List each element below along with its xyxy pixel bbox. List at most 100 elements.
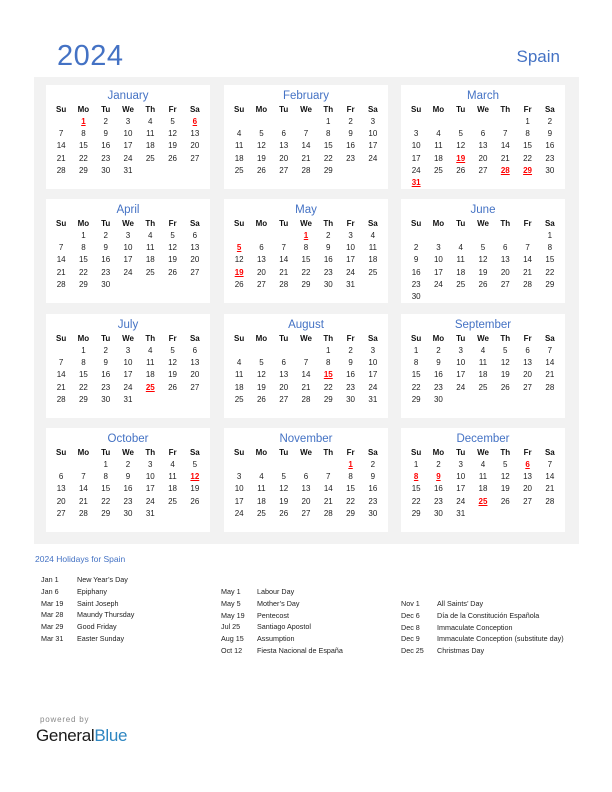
empty-cell <box>295 345 317 357</box>
day-cell: 22 <box>101 496 111 506</box>
day-cell: 14 <box>301 370 311 380</box>
day-cell: 13 <box>500 255 510 265</box>
weekday-header: Tu <box>101 219 111 228</box>
holiday-item: Dec 9 Immaculate Conception (substitute d… <box>401 633 571 645</box>
day-cell: 25 <box>234 394 244 404</box>
calendar-grid: January Su Mo Tu We Th Fr Sa 1 2 3 4 5 6 7 8 9 10 11 12 13 14… <box>34 77 579 544</box>
empty-cell <box>516 230 538 242</box>
month-may: May Su Mo Tu We Th Fr Sa 1 2 3 4 5 6 7 8 9 10 11 12 13 14 15 16… <box>224 199 388 303</box>
weekday-header: Fr <box>168 219 177 228</box>
weekday-header: Sa <box>189 105 200 114</box>
day-cell: 22 <box>78 153 88 163</box>
day-cell: 13 <box>279 370 289 380</box>
day-cell: 29 <box>323 165 333 175</box>
day-cell: 3 <box>125 117 131 126</box>
day-cell: 13 <box>56 484 66 494</box>
month-name: October <box>107 433 149 445</box>
month-july: July Su Mo Tu We Th Fr Sa 1 2 3 4 5 6 7 8 9 10 11 12 13 14 15 1… <box>46 314 210 418</box>
day-cell: 6 <box>480 129 486 139</box>
day-cell: 22 <box>523 153 533 163</box>
holiday-date: May 1 <box>221 587 241 596</box>
day-cell: 24 <box>123 153 133 163</box>
weekday-header: Th <box>323 105 334 114</box>
holiday-name: Immaculate Conception (substitute day) <box>437 634 564 644</box>
day-cell: 21 <box>301 382 311 392</box>
day-cell: 16 <box>123 484 133 494</box>
empty-cell <box>50 459 72 471</box>
day-cell: 24 <box>123 267 133 277</box>
weekday-header: Su <box>234 105 245 114</box>
weekday-header: Fr <box>523 105 532 114</box>
day-cell: 31 <box>145 508 155 518</box>
day-cell: 18 <box>368 255 378 265</box>
day-cell: 24 <box>234 508 244 518</box>
day-cell: 10 <box>433 255 443 265</box>
day-cell: 24 <box>346 267 356 277</box>
country-title: Spain <box>516 47 560 66</box>
day-cell: 21 <box>56 382 66 392</box>
day-cell: 12 <box>234 255 244 265</box>
day-cell: 27 <box>279 394 289 404</box>
holiday-day-cell: 8 <box>413 472 419 482</box>
empty-cell <box>494 116 516 128</box>
weekday-header: Tu <box>456 334 466 343</box>
day-cell: 29 <box>346 508 356 518</box>
holiday-date: Jan 6 <box>41 586 59 596</box>
day-cell: 30 <box>433 394 443 404</box>
day-cell: 17 <box>433 267 443 277</box>
day-cell: 15 <box>101 484 111 494</box>
month-day-grid: Su Mo Tu We Th Fr Sa 1 2 3 4 5 6 7 8 9 10 11 12 13 14 15 16 17 1… <box>224 446 388 520</box>
day-cell: 19 <box>279 496 289 506</box>
day-cell: 21 <box>545 484 555 494</box>
day-cell: 15 <box>545 255 555 265</box>
empty-cell <box>250 459 272 471</box>
day-cell: 22 <box>411 496 421 506</box>
day-cell: 12 <box>168 129 178 139</box>
day-cell: 25 <box>368 267 378 277</box>
day-cell: 29 <box>545 279 555 289</box>
day-cell: 26 <box>168 153 178 163</box>
day-cell: 10 <box>346 243 356 253</box>
day-cell: 3 <box>458 346 463 355</box>
day-cell: 5 <box>259 129 264 139</box>
empty-cell <box>228 459 250 471</box>
day-cell: 2 <box>436 346 441 355</box>
day-cell: 8 <box>348 472 353 482</box>
day-cell: 12 <box>500 358 510 368</box>
day-cell: 13 <box>523 472 533 482</box>
month-name: July <box>117 319 139 331</box>
weekday-header: Sa <box>189 448 200 457</box>
empty-cell <box>317 459 339 471</box>
weekday-header: We <box>122 448 134 457</box>
empty-cell <box>427 230 449 242</box>
day-cell: 30 <box>346 394 356 404</box>
holiday-item: May 19 Pentecost <box>221 610 401 622</box>
day-cell: 26 <box>168 267 178 277</box>
day-cell: 4 <box>480 346 486 355</box>
weekday-header: Th <box>145 219 156 228</box>
empty-cell <box>250 345 272 357</box>
holiday-date: Jan 1 <box>41 575 59 584</box>
day-cell: 28 <box>545 382 555 392</box>
day-cell: 30 <box>123 508 133 518</box>
day-cell: 27 <box>279 165 289 175</box>
day-cell: 4 <box>480 460 486 469</box>
day-cell: 5 <box>503 346 508 355</box>
day-cell: 5 <box>480 243 486 253</box>
day-cell: 8 <box>81 243 86 253</box>
day-cell: 18 <box>433 153 443 163</box>
day-cell: 26 <box>256 165 266 175</box>
weekday-header: Fr <box>168 334 177 343</box>
day-cell: 17 <box>234 496 244 506</box>
empty-cell <box>427 116 449 128</box>
day-cell: 25 <box>234 165 244 175</box>
day-cell: 13 <box>301 484 311 494</box>
empty-cell <box>228 345 250 357</box>
day-cell: 12 <box>279 484 289 494</box>
day-cell: 7 <box>303 358 309 368</box>
month-name: February <box>282 90 330 102</box>
weekday-header: Tu <box>456 448 466 457</box>
month-day-grid: Su Mo Tu We Th Fr Sa 1 2 3 4 5 6 7 8 9 10 11 12 13 14 15 16 17 1… <box>401 103 565 189</box>
day-cell: 12 <box>168 358 178 368</box>
day-cell: 20 <box>523 370 533 380</box>
